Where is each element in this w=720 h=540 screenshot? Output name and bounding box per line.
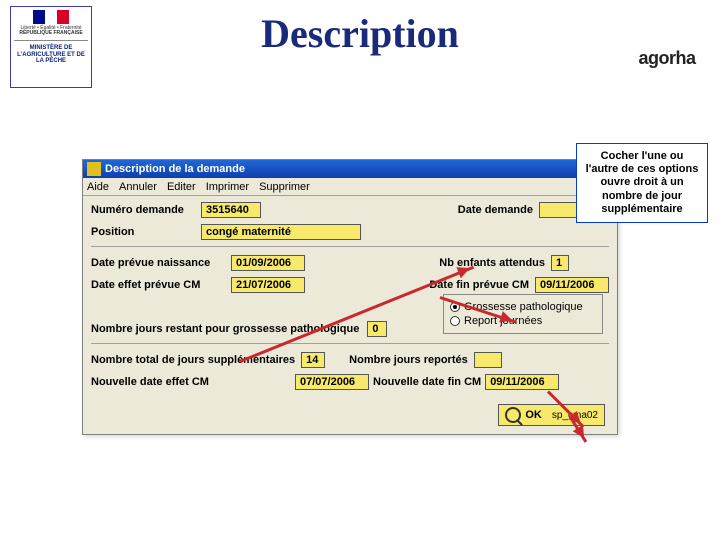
radio-group-options: Grossesse pathologique Report journées — [443, 294, 603, 334]
nouvelle-date-effet-value[interactable]: 07/07/2006 — [295, 374, 369, 390]
nouvelle-date-effet-label: Nouvelle date effet CM — [91, 376, 231, 388]
dialog-icon — [87, 162, 101, 176]
menu-annuler[interactable]: Annuler — [119, 181, 157, 193]
page-title: Description — [0, 10, 720, 57]
dialog-title: Description de la demande — [105, 160, 245, 178]
agorha-logo: agorha — [632, 10, 702, 69]
menu-aide[interactable]: Aide — [87, 181, 109, 193]
dialog-menubar: Aide Annuler Editer Imprimer Supprimer — [83, 178, 617, 196]
position-value[interactable]: congé maternité — [201, 224, 361, 240]
slide-header: Liberté • Égalité • Fraternité RÉPUBLIQU… — [0, 0, 720, 90]
date-effet-prevue-value[interactable]: 21/07/2006 — [231, 277, 305, 293]
nb-enfants-value[interactable]: 1 — [551, 255, 569, 271]
callout-note: Cocher l'une ou l'autre de ces options o… — [576, 143, 708, 223]
separator — [91, 246, 609, 247]
menu-supprimer[interactable]: Supprimer — [259, 181, 310, 193]
description-dialog: Description de la demande Aide Annuler E… — [82, 159, 618, 435]
date-fin-prevue-value[interactable]: 09/11/2006 — [535, 277, 609, 293]
date-effet-prevue-label: Date effet prévue CM — [91, 279, 231, 291]
radio-icon — [450, 316, 460, 326]
date-fin-prevue-label: Date fin prévue CM — [429, 279, 529, 291]
nb-jours-reportes-value[interactable] — [474, 352, 502, 368]
ok-button-label: OK — [525, 409, 542, 421]
menu-imprimer[interactable]: Imprimer — [206, 181, 249, 193]
numero-demande-label: Numéro demande — [91, 204, 201, 216]
nb-jours-reportes-label: Nombre jours reportés — [349, 354, 468, 366]
date-prevue-naissance-value[interactable]: 01/09/2006 — [231, 255, 305, 271]
nb-enfants-label: Nb enfants attendus — [439, 257, 545, 269]
nouvelle-date-fin-label: Nouvelle date fin CM — [373, 376, 481, 388]
nouvelle-date-fin-value[interactable]: 09/11/2006 — [485, 374, 559, 390]
nb-total-supp-label: Nombre total de jours supplémentaires — [91, 354, 295, 366]
position-label: Position — [91, 226, 201, 238]
radio-report-journees[interactable]: Report journées — [450, 315, 596, 327]
separator-2 — [91, 343, 609, 344]
menu-editer[interactable]: Editer — [167, 181, 196, 193]
nb-total-supp-value[interactable]: 14 — [301, 352, 325, 368]
numero-demande-value[interactable]: 3515640 — [201, 202, 261, 218]
agorha-arcs-icon — [632, 10, 702, 50]
dialog-titlebar[interactable]: Description de la demande — [83, 160, 617, 178]
date-prevue-naissance-label: Date prévue naissance — [91, 257, 231, 269]
callout-text: Cocher l'une ou l'autre de ces options o… — [586, 150, 699, 215]
date-demande-label: Date demande — [458, 204, 533, 216]
magnifier-icon — [505, 407, 521, 423]
nb-jours-restant-value[interactable]: 0 — [367, 321, 387, 337]
